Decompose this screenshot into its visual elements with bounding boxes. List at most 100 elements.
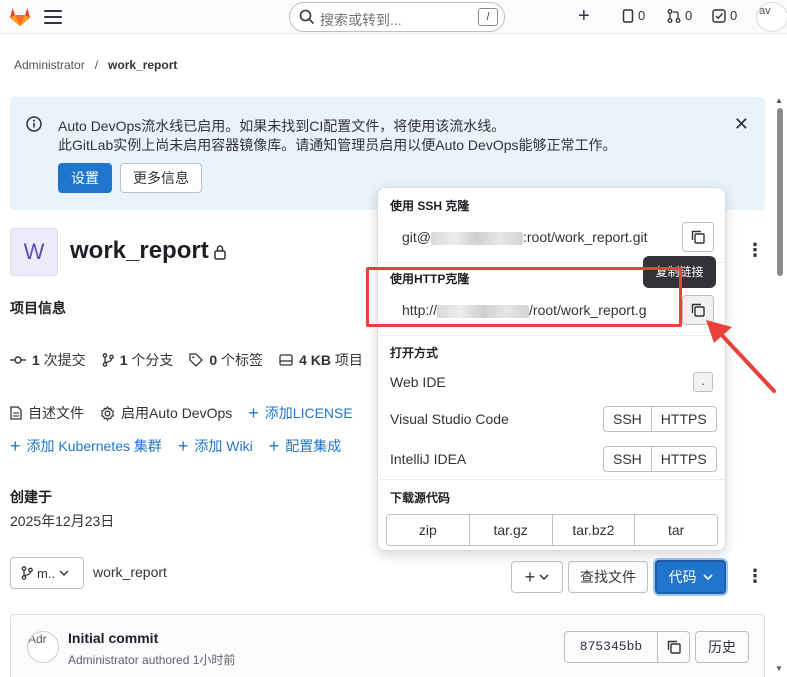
commits-label: 次提交 [39, 352, 86, 368]
add-wiki-link[interactable]: + 添加 Wiki [178, 436, 253, 456]
search-box[interactable]: 搜索或转到... / [289, 2, 505, 32]
commit-icon [10, 356, 26, 364]
download-tar-bz2-button[interactable]: tar.bz2 [551, 515, 635, 545]
project-actions-kebab-icon[interactable]: ⋮ [746, 240, 764, 261]
project-avatar: W [10, 228, 58, 276]
storage-size: 4 KB [299, 352, 331, 368]
merge-request-icon [667, 8, 681, 23]
ssh-clone-url[interactable]: git@:root/work_report.git [390, 222, 672, 252]
scroll-down-icon[interactable]: ▼ [775, 664, 785, 673]
auto-devops-link[interactable]: 启用Auto DevOps [100, 403, 232, 423]
more-info-button[interactable]: 更多信息 [120, 163, 202, 193]
breadcrumb: Administrator / work_report [14, 58, 177, 72]
branch-icon [102, 353, 114, 367]
todos-counter[interactable]: 0 [712, 8, 737, 23]
storage-label: 项目 [330, 352, 363, 368]
add-label: + [524, 566, 536, 587]
configure-integrations-link[interactable]: + 配置集成 [269, 436, 342, 456]
chevron-down-icon [539, 574, 549, 581]
find-file-button[interactable]: 查找文件 [568, 561, 648, 593]
tags-count: 0 [209, 352, 218, 368]
download-tar-gz-button[interactable]: tar.gz [468, 515, 552, 545]
settings-gear-icon [100, 405, 115, 421]
project-title: work_report [70, 237, 209, 264]
todo-icon [712, 8, 726, 23]
copy-ssh-url-button[interactable] [682, 222, 714, 252]
alert-line-2: 此GitLab实例上尚未启用容器镜像库。请通知管理员启用以便Auto DevOp… [58, 137, 617, 153]
tag-icon [189, 353, 204, 367]
intellij-ssh-button[interactable]: SSH [604, 447, 651, 471]
add-kubernetes-link[interactable]: + 添加 Kubernetes 集群 [10, 436, 162, 456]
vscode-option-label: Visual Studio Code [390, 411, 509, 427]
history-button[interactable]: 历史 [695, 631, 749, 663]
branch-selector[interactable]: m.. [10, 557, 84, 589]
project-links-row-2: + 添加 Kubernetes 集群 + 添加 Wiki + 配置集成 [10, 436, 341, 456]
commit-sha[interactable]: 875345bb [564, 631, 658, 663]
plus-icon: + [248, 403, 259, 423]
settings-button[interactable]: 设置 [58, 163, 112, 193]
commits-stat[interactable]: 1 次提交 [10, 350, 86, 370]
issues-counter[interactable]: 0 [622, 8, 645, 23]
download-tar-button[interactable]: tar [634, 515, 717, 545]
repo-actions-kebab-icon[interactable]: ⋮ [746, 566, 764, 587]
breadcrumb-parent[interactable]: Administrator [14, 58, 85, 72]
copy-sha-button[interactable] [658, 631, 690, 663]
gitlab-logo-icon[interactable] [8, 5, 32, 27]
commit-author-avatar[interactable]: Adr [27, 631, 59, 663]
commit-title[interactable]: Initial commit [68, 630, 158, 646]
search-shortcut-key: / [478, 8, 498, 26]
tags-stat[interactable]: 0 个标签 [189, 350, 263, 370]
commit-sha-group: 875345bb [564, 631, 690, 663]
chevron-down-icon [59, 570, 69, 577]
copy-icon [691, 230, 705, 244]
tags-label: 个标签 [217, 352, 264, 368]
project-links-row-1: 自述文件 启用Auto DevOps + 添加LICENSE [10, 403, 353, 423]
download-zip-button[interactable]: zip [387, 515, 469, 545]
download-formats: zip tar.gz tar.bz2 tar [386, 514, 718, 546]
top-bar: 搜索或转到... / + 0 0 0 av [0, 0, 787, 34]
issues-icon [622, 8, 634, 23]
project-stats: 1 次提交 1 个分支 0 个标签 4 KB 项目 [10, 350, 363, 370]
redacted-host [431, 231, 523, 245]
create-new-icon[interactable]: + [578, 6, 590, 26]
scrollbar-thumb[interactable] [777, 108, 783, 276]
add-to-repo-button[interactable]: + [511, 561, 563, 593]
menu-icon[interactable] [44, 10, 62, 24]
chevron-down-icon [702, 574, 713, 581]
repo-path-name[interactable]: work_report [93, 564, 167, 580]
add-license-link[interactable]: + 添加LICENSE [248, 403, 352, 423]
last-commit-card: Adr Initial commit Administrator authore… [10, 614, 765, 677]
commit-avatar-alt: Adr [28, 632, 47, 646]
intellij-clone-options: SSH HTTPS [603, 446, 717, 472]
ssh-clone-title: 使用 SSH 克隆 [390, 199, 470, 213]
add-wiki-label: 添加 Wiki [194, 438, 253, 454]
user-avatar[interactable]: av [756, 2, 787, 32]
branches-stat[interactable]: 1 个分支 [102, 350, 174, 370]
code-label: 代码 [668, 569, 697, 585]
breadcrumb-separator: / [94, 58, 99, 72]
open-with-title: 打开方式 [390, 346, 439, 360]
merge-requests-counter[interactable]: 0 [667, 8, 692, 23]
scroll-up-icon[interactable]: ▲ [775, 96, 785, 105]
created-date: 2025年12月23日 [10, 513, 115, 529]
annotation-arrow-icon [706, 320, 776, 393]
close-icon[interactable]: ✕ [734, 114, 749, 135]
vscode-clone-options: SSH HTTPS [603, 406, 717, 432]
intellij-option-label: IntelliJ IDEA [390, 451, 467, 467]
file-icon [10, 406, 22, 420]
vscode-https-button[interactable]: HTTPS [650, 407, 716, 431]
search-icon [299, 9, 315, 25]
branches-label: 个分支 [127, 352, 174, 368]
add-license-label: 添加LICENSE [264, 405, 353, 421]
mr-count: 0 [685, 8, 693, 23]
breadcrumb-current[interactable]: work_report [108, 58, 177, 72]
vscode-ssh-button[interactable]: SSH [604, 407, 651, 431]
web-ide-option[interactable]: Web IDE [390, 374, 446, 390]
todo-count: 0 [730, 8, 738, 23]
storage-stat[interactable]: 4 KB 项目 [279, 350, 363, 370]
readme-link[interactable]: 自述文件 [10, 403, 84, 423]
branch-icon [21, 566, 33, 580]
code-dropdown-button[interactable]: 代码 [655, 560, 726, 594]
intellij-https-button[interactable]: HTTPS [650, 447, 716, 471]
search-placeholder: 搜索或转到... [320, 12, 402, 28]
